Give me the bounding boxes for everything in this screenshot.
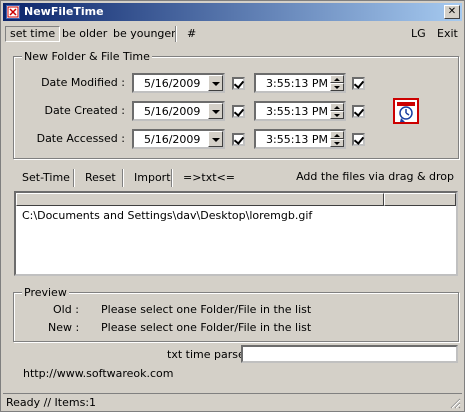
spin-down-icon[interactable] (330, 83, 344, 91)
close-icon: ✕ (447, 6, 457, 17)
chevron-down-icon[interactable] (208, 131, 223, 147)
close-button[interactable]: ✕ (444, 5, 460, 19)
spin-up-icon[interactable] (330, 131, 344, 139)
preview-old-label: Old : (53, 303, 79, 316)
date-accessed-date-value: 5/16/2009 (144, 133, 201, 146)
date-accessed-date-checkbox[interactable] (232, 133, 245, 146)
spin-down-icon[interactable] (330, 139, 344, 147)
menu-bar: set time be older be younger # LG Exit (3, 23, 462, 45)
preview-group-label: Preview (22, 286, 69, 299)
status-bar: Ready // Items:1 (3, 393, 462, 410)
menu-set-time[interactable]: set time (5, 26, 61, 42)
column-header-path[interactable] (16, 193, 384, 206)
clock-calendar-icon[interactable] (393, 98, 419, 124)
date-modified-label: Date Modified : (41, 76, 125, 89)
menu-separator (175, 26, 177, 42)
date-created-time-checkbox[interactable] (352, 105, 365, 118)
title-bar[interactable]: NewFileTime ✕ (3, 3, 462, 21)
date-created-date[interactable]: 5/16/2009 (132, 101, 225, 121)
chevron-down-icon[interactable] (208, 103, 223, 119)
date-created-time-value: 3:55:13 PM (266, 105, 329, 118)
window-title: NewFileTime (24, 5, 104, 18)
date-modified-date-checkbox[interactable] (232, 77, 245, 90)
app-window: NewFileTime ✕ set time be older be young… (0, 0, 465, 412)
toolbar-separator (171, 169, 173, 187)
menu-exit[interactable]: Exit (433, 26, 462, 42)
spin-up-icon[interactable] (330, 103, 344, 111)
date-accessed-date[interactable]: 5/16/2009 (132, 129, 225, 149)
preview-new-label: New : (48, 321, 80, 334)
menu-hash[interactable]: # (183, 26, 200, 42)
txt-time-parser-input[interactable] (241, 345, 458, 363)
list-header (16, 193, 456, 206)
reset-button[interactable]: Reset (85, 170, 116, 186)
date-accessed-time-checkbox[interactable] (352, 133, 365, 146)
date-modified-time-checkbox[interactable] (352, 77, 365, 90)
preview-new-value: Please select one Folder/File in the lis… (101, 321, 312, 334)
file-list[interactable]: C:\Documents and Settings\dav\Desktop\lo… (14, 191, 458, 276)
website-link[interactable]: http://www.softwareok.com (23, 367, 174, 380)
resize-grip-icon[interactable] (449, 397, 461, 409)
app-icon (6, 5, 20, 19)
date-modified-date-value: 5/16/2009 (144, 77, 201, 90)
drag-drop-hint: Add the files via drag & drop (296, 170, 454, 183)
new-time-group-label: New Folder & File Time (22, 50, 152, 63)
date-accessed-time[interactable]: 3:55:13 PM (254, 129, 346, 149)
menu-language[interactable]: LG (407, 26, 430, 42)
date-modified-time-value: 3:55:13 PM (266, 77, 329, 90)
date-modified-date[interactable]: 5/16/2009 (132, 73, 225, 93)
export-txt-button[interactable]: =>txt<= (183, 170, 235, 186)
list-item[interactable]: C:\Documents and Settings\dav\Desktop\lo… (22, 209, 312, 222)
column-header-extra[interactable] (384, 193, 456, 206)
date-created-label: Date Created : (44, 104, 125, 117)
date-created-time[interactable]: 3:55:13 PM (254, 101, 346, 121)
preview-old-value: Please select one Folder/File in the lis… (101, 303, 312, 316)
date-created-date-value: 5/16/2009 (144, 105, 201, 118)
date-accessed-time-value: 3:55:13 PM (266, 133, 329, 146)
date-accessed-label: Date Accessed : (36, 132, 125, 145)
toolbar-separator (122, 169, 124, 187)
spin-up-icon[interactable] (330, 75, 344, 83)
action-toolbar: Set-Time Reset Import =>txt<= Add the fi… (14, 166, 464, 190)
date-modified-time[interactable]: 3:55:13 PM (254, 73, 346, 93)
date-created-date-checkbox[interactable] (232, 105, 245, 118)
status-text: Ready // Items:1 (6, 396, 97, 409)
menu-be-younger[interactable]: be younger (109, 26, 180, 42)
menu-be-older[interactable]: be older (58, 26, 111, 42)
spin-down-icon[interactable] (330, 111, 344, 119)
toolbar-separator (73, 169, 75, 187)
chevron-down-icon[interactable] (208, 75, 223, 91)
preview-group (13, 292, 459, 342)
import-button[interactable]: Import (134, 170, 171, 186)
set-time-button[interactable]: Set-Time (22, 170, 70, 186)
